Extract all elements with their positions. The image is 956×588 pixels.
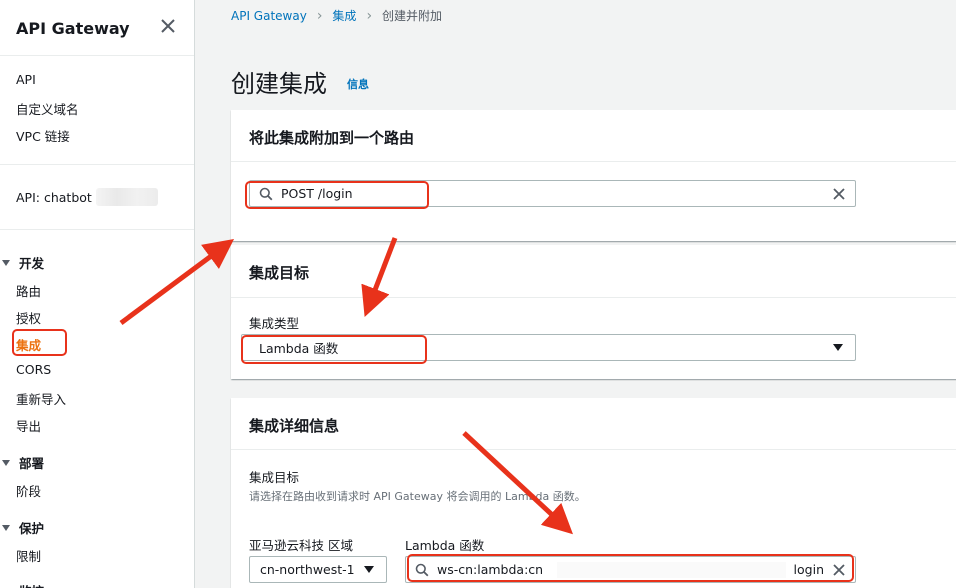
panel-header: 集成详细信息 <box>231 398 956 450</box>
caret-down-icon <box>833 344 843 351</box>
breadcrumb-root[interactable]: API Gateway <box>231 9 307 23</box>
sidebar-section-monitor[interactable]: 监控 <box>0 581 44 588</box>
caret-down-icon <box>2 459 10 466</box>
search-icon <box>259 187 273 200</box>
chevron-right-icon: › <box>316 7 323 24</box>
close-icon[interactable] <box>158 16 178 36</box>
sidebar-item-throttling[interactable]: 限制 <box>16 546 41 565</box>
lambda-arn-prefix: ws-cn:lambda:cn <box>437 562 544 577</box>
integration-type-value: Lambda 函数 <box>259 341 339 356</box>
panel-header: 将此集成附加到一个路由 <box>231 110 956 162</box>
sidebar-item-export[interactable]: 导出 <box>16 416 41 435</box>
lambda-function-input[interactable]: ws-cn:lambda:cn login <box>405 556 856 583</box>
clear-icon[interactable] <box>832 563 846 577</box>
sidebar-item-routes[interactable]: 路由 <box>16 281 41 300</box>
sidebar-title: API Gateway <box>16 19 130 38</box>
panel-title: 集成详细信息 <box>249 417 340 435</box>
sidebar-section-label: 保护 <box>19 521 45 536</box>
caret-down-icon <box>2 524 10 531</box>
sidebar-item-stages[interactable]: 阶段 <box>16 481 41 500</box>
caret-down-icon <box>2 259 10 266</box>
breadcrumb-parent[interactable]: 集成 <box>332 7 356 24</box>
route-panel: 将此集成附加到一个路由 POST /login <box>231 110 956 241</box>
redacted-area <box>557 561 786 578</box>
sidebar-item-reimport[interactable]: 重新导入 <box>16 389 66 408</box>
route-search-value: POST /login <box>281 186 353 201</box>
region-select[interactable]: cn-northwest-1 <box>249 556 387 583</box>
panel-title: 集成目标 <box>249 264 310 282</box>
sidebar-item-api[interactable]: API <box>16 72 36 87</box>
integration-target-panel: 集成目标 集成类型 Lambda 函数 <box>231 245 956 379</box>
route-search-input[interactable]: POST /login <box>249 180 856 207</box>
sidebar-item-custom-domains[interactable]: 自定义域名 <box>16 99 79 118</box>
clear-icon[interactable] <box>832 187 846 201</box>
sidebar-section-develop[interactable]: 开发 <box>0 253 44 272</box>
page-title: 创建集成 <box>231 70 327 98</box>
sidebar-item-vpc-links[interactable]: VPC 链接 <box>16 126 70 145</box>
sidebar-section-label: 开发 <box>19 256 45 271</box>
sidebar-item-authorization[interactable]: 授权 <box>16 308 41 327</box>
integration-type-label: 集成类型 <box>249 316 300 331</box>
sidebar-divider <box>0 229 194 230</box>
integration-target-label: 集成目标 <box>249 470 300 485</box>
panel-header: 集成目标 <box>231 245 956 298</box>
lambda-arn-suffix: login <box>793 562 824 577</box>
sidebar: API Gateway API 自定义域名 VPC 链接 API: chatbo… <box>0 0 195 588</box>
sidebar-section-protect[interactable]: 保护 <box>0 518 44 537</box>
sidebar-section-label: 部署 <box>19 456 45 471</box>
sidebar-item-integrations[interactable]: 集成 <box>16 335 41 354</box>
lambda-function-label: Lambda 函数 <box>405 538 485 553</box>
integration-type-select[interactable]: Lambda 函数 <box>241 334 856 361</box>
info-link[interactable]: 信息 <box>347 76 369 92</box>
sidebar-item-cors[interactable]: CORS <box>16 362 51 377</box>
caret-down-icon <box>364 566 374 573</box>
region-label: 亚马逊云科技 区域 <box>249 538 353 553</box>
search-icon <box>415 563 429 576</box>
sidebar-section-label: 监控 <box>19 581 44 588</box>
sidebar-api-name[interactable]: API: chatbot <box>16 190 92 205</box>
redacted-area <box>96 188 158 206</box>
breadcrumb: API Gateway › 集成 › 创建并附加 <box>231 7 442 24</box>
sidebar-divider <box>0 164 194 165</box>
integration-target-description: 请选择在路由收到请求时 API Gateway 将会调用的 Lambda 函数。 <box>249 490 586 503</box>
panel-title: 将此集成附加到一个路由 <box>249 129 415 147</box>
breadcrumb-current: 创建并附加 <box>382 9 443 23</box>
integration-details-panel: 集成详细信息 集成目标 请选择在路由收到请求时 API Gateway 将会调用… <box>231 398 956 588</box>
sidebar-divider <box>0 55 194 56</box>
chevron-right-icon: › <box>366 7 373 24</box>
sidebar-section-deploy[interactable]: 部署 <box>0 453 44 472</box>
region-value: cn-northwest-1 <box>260 562 355 577</box>
